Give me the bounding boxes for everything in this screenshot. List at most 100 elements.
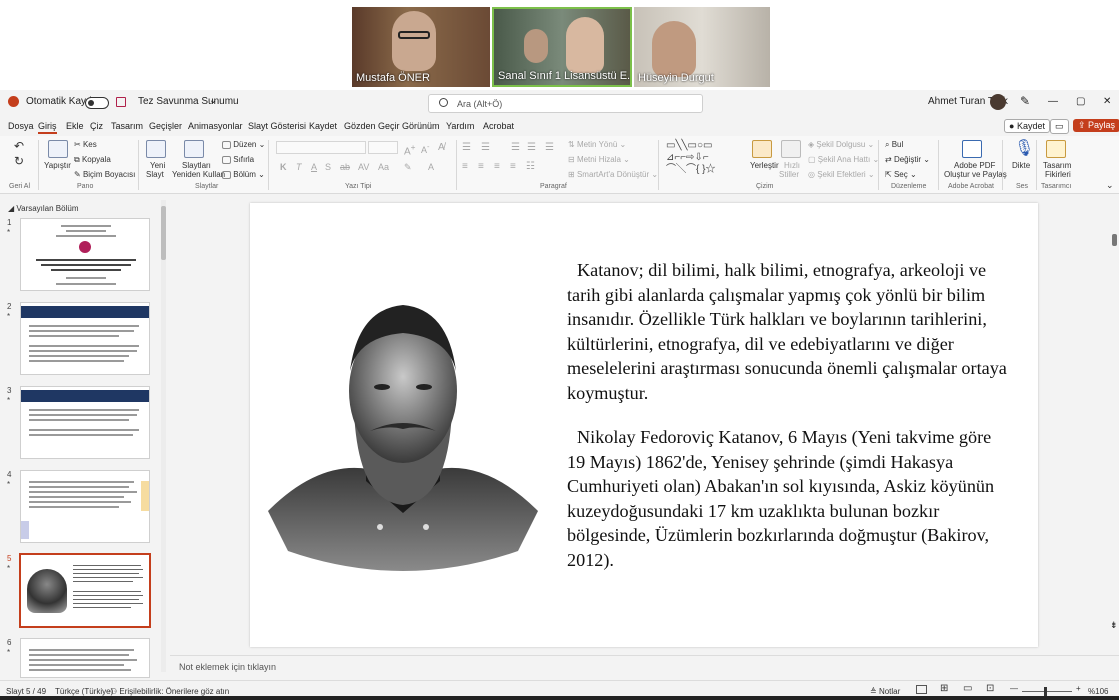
paste-icon[interactable]: [48, 140, 68, 158]
slideshow-icon[interactable]: ⊡: [986, 683, 994, 694]
save-icon[interactable]: [116, 97, 126, 107]
close-button[interactable]: ✕: [1103, 96, 1111, 107]
slide-thumbnail-4[interactable]: [20, 470, 150, 543]
microphone-icon[interactable]: 🎙︎: [1014, 138, 1034, 158]
outdent-icon[interactable]: ☰: [527, 142, 536, 153]
shape-effects-button[interactable]: ◎ Şekil Efektleri ⌄: [808, 170, 875, 179]
pen-icon[interactable]: ✎: [1020, 94, 1030, 108]
smartart-button[interactable]: ⊞ SmartArt'a Dönüştür ⌄: [568, 170, 658, 179]
replace-button[interactable]: ⇄ Değiştir ⌄: [885, 155, 930, 164]
shape-outline-button[interactable]: ▢ Şekil Ana Hattı ⌄: [808, 155, 879, 164]
slide-thumbnail-1[interactable]: [20, 218, 150, 291]
italic-icon[interactable]: T: [296, 162, 302, 172]
menu-ekle[interactable]: Ekle: [66, 121, 84, 131]
search-box[interactable]: Ara (Alt+Ö): [428, 94, 703, 113]
collapse-ribbon-icon[interactable]: ⌄: [1106, 180, 1114, 191]
clear-format-icon[interactable]: A̸: [438, 142, 445, 153]
slide-sorter-icon[interactable]: ⊞: [940, 683, 948, 694]
reuse-slides-button-line2[interactable]: Yeniden Kullan: [172, 170, 225, 179]
quick-styles-button-line2[interactable]: Stiller: [779, 170, 799, 179]
font-grow-icon[interactable]: A+: [404, 142, 416, 157]
find-button[interactable]: ⌕ Bul: [885, 140, 903, 150]
menu-ciz[interactable]: Çiz: [90, 121, 103, 131]
language-indicator[interactable]: Türkçe (Türkiye): [55, 687, 113, 696]
chevron-down-icon[interactable]: ⌄: [209, 95, 217, 106]
font-family-select[interactable]: [276, 141, 366, 154]
reuse-slides-icon[interactable]: [184, 140, 204, 158]
document-title[interactable]: Tez Savunma Sunumu: [138, 96, 239, 107]
slide-paragraph-1[interactable]: Katanov; dil bilimi, halk bilimi, etnogr…: [567, 258, 1007, 405]
slide-thumbnail-6[interactable]: [20, 638, 150, 678]
paste-button[interactable]: Yapıştır: [44, 161, 71, 170]
comments-icon[interactable]: ▭: [1050, 119, 1069, 134]
align-right-icon[interactable]: ≡: [494, 161, 500, 172]
shadow-icon[interactable]: S: [325, 162, 331, 172]
menu-animasyonlar[interactable]: Animasyonlar: [188, 121, 243, 131]
record-button[interactable]: ● Kaydet: [1004, 119, 1050, 133]
menu-yardim[interactable]: Yardım: [446, 121, 474, 131]
dictate-button[interactable]: Dikte: [1012, 161, 1030, 170]
font-size-select[interactable]: [368, 141, 398, 154]
menu-tasarim[interactable]: Tasarım: [111, 121, 143, 131]
change-case-icon[interactable]: Aa: [378, 162, 389, 172]
zoom-slider[interactable]: [1022, 691, 1072, 692]
zoom-in-button[interactable]: +: [1076, 684, 1081, 693]
new-slide-button-line2[interactable]: Slayt: [146, 170, 164, 179]
align-text-button[interactable]: ⊟ Metni Hizala ⌄: [568, 155, 630, 164]
quick-styles-button[interactable]: Hızlı: [784, 161, 800, 170]
create-pdf-button-line2[interactable]: Oluştur ve Paylaş: [944, 170, 1007, 179]
font-color-icon[interactable]: A: [428, 162, 434, 172]
highlight-icon[interactable]: ✎: [404, 162, 412, 173]
columns-icon[interactable]: ☷: [526, 161, 535, 172]
arrange-icon[interactable]: [752, 140, 772, 158]
new-slide-button[interactable]: Yeni: [150, 161, 165, 170]
slide-canvas[interactable]: Katanov; dil bilimi, halk bilimi, etnogr…: [250, 203, 1038, 647]
copy-button[interactable]: ⧉ Kopyala: [74, 155, 111, 165]
autosave-toggle[interactable]: [85, 97, 109, 109]
create-pdf-button[interactable]: Adobe PDF: [954, 161, 995, 170]
menu-slayt-gosterisi[interactable]: Slayt Gösterisi: [248, 121, 306, 131]
underline-icon[interactable]: A: [311, 162, 317, 172]
font-shrink-icon[interactable]: A-: [421, 142, 430, 155]
slide-thumbnail-3[interactable]: [20, 386, 150, 459]
thumbnail-scrollbar[interactable]: [161, 200, 166, 672]
zoom-level[interactable]: %106: [1088, 687, 1108, 696]
next-slide-icon[interactable]: ⇟: [1110, 620, 1118, 631]
shapes-gallery[interactable]: ▭╲╲▭○▭ ⊿⌐⌐⇨⇩⌐ ⌒╲⌒{ }☆: [666, 140, 744, 178]
minimize-button[interactable]: —: [1048, 96, 1058, 107]
slide-thumbnail-2[interactable]: [20, 302, 150, 375]
reuse-slides-button[interactable]: Slaytları: [182, 161, 211, 170]
reading-view-icon[interactable]: ▭: [963, 683, 972, 694]
menu-dosya[interactable]: Dosya: [8, 121, 34, 131]
search-input[interactable]: Ara (Alt+Ö): [457, 99, 502, 109]
share-button[interactable]: ⇪ Paylaş: [1073, 119, 1119, 132]
menu-gozden-gecir[interactable]: Gözden Geçir: [344, 121, 400, 131]
justify-icon[interactable]: ≡: [510, 161, 516, 172]
slide-paragraph-2[interactable]: Nikolay Fedoroviç Katanov, 6 Mayıs (Yeni…: [567, 425, 1007, 572]
menu-giris[interactable]: Giriş: [38, 121, 57, 134]
notes-button[interactable]: ≜ Notlar: [870, 687, 900, 696]
zoom-out-button[interactable]: —: [1010, 684, 1018, 693]
normal-view-icon[interactable]: [916, 685, 927, 694]
undo-icon[interactable]: ↶: [14, 139, 24, 153]
line-spacing-icon[interactable]: ☰: [545, 142, 554, 153]
align-center-icon[interactable]: ≡: [478, 161, 484, 172]
participant-tile[interactable]: Mustafa ÖNER: [352, 7, 490, 87]
designer-button-line2[interactable]: Fikirleri: [1045, 170, 1071, 179]
align-left-icon[interactable]: ≡: [462, 161, 468, 172]
slide-thumbnail-5[interactable]: [19, 553, 151, 628]
restore-button[interactable]: ▢: [1076, 96, 1085, 107]
scrollbar-thumb[interactable]: [161, 206, 166, 260]
section-header[interactable]: ◢ Varsayılan Bölüm: [8, 204, 78, 213]
section-button[interactable]: Bölüm ⌄: [222, 170, 265, 179]
designer-button[interactable]: Tasarım: [1043, 161, 1071, 170]
select-button[interactable]: ⇱ Seç ⌄: [885, 170, 917, 179]
redo-icon[interactable]: ↻: [14, 154, 24, 168]
text-direction-button[interactable]: ⇅ Metin Yönü ⌄: [568, 140, 626, 149]
slide-scrollbar[interactable]: [1112, 234, 1117, 246]
notes-pane[interactable]: Not eklemek için tıklayın: [170, 655, 1119, 679]
reset-button[interactable]: Sıfırla: [222, 155, 254, 164]
arrange-button[interactable]: Yerleştir: [750, 161, 779, 170]
new-slide-icon[interactable]: [146, 140, 166, 158]
avatar[interactable]: [990, 94, 1006, 110]
